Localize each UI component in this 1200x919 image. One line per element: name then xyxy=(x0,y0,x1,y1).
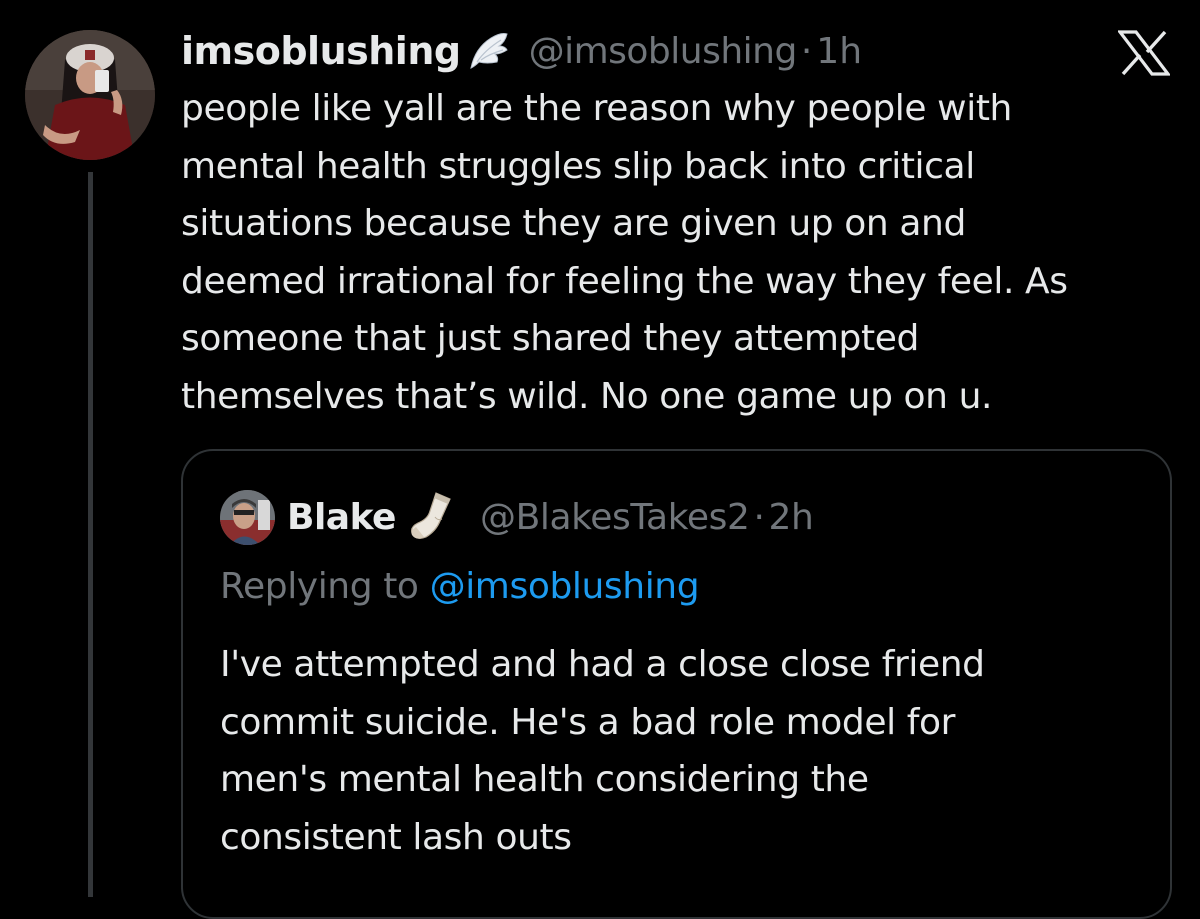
quoted-tweet-header: Blake @BlakesTakes2 · 2h xyxy=(220,487,814,547)
quoted-tweet-timestamp[interactable]: 2h xyxy=(769,497,814,538)
author-handle[interactable]: @imsoblushing xyxy=(529,31,798,72)
quoted-author-display-name[interactable]: Blake xyxy=(287,497,396,538)
quoted-avatar-photo xyxy=(220,489,275,545)
tweet-header: imsoblushing @imsoblushing · 1h xyxy=(181,26,862,76)
quoted-text-line: I've attempted and had a close close fri… xyxy=(220,644,985,685)
tweet-text-line: mental health struggles slip back into c… xyxy=(181,145,975,187)
tweet-text-line: themselves that’s wild. No one game up o… xyxy=(181,375,993,417)
avatar-photo xyxy=(25,30,155,160)
tweet-text: people like yall are the reason why peop… xyxy=(181,80,1181,425)
tweet[interactable]: imsoblushing @imsoblushing · 1h people l… xyxy=(0,0,1200,919)
author-avatar[interactable] xyxy=(25,30,155,160)
tweet-text-line: deemed irrational for feeling the way th… xyxy=(181,260,1068,302)
tweet-timestamp[interactable]: 1h xyxy=(816,31,862,72)
quoted-text-line: commit suicide. He's a bad role model fo… xyxy=(220,701,956,743)
tweet-text-line: situations because they are given up on … xyxy=(181,203,966,244)
quoted-author-handle[interactable]: @BlakesTakes2 xyxy=(480,497,750,538)
replying-to-label: Replying to xyxy=(220,566,419,607)
quoted-text-line: consistent lash outs xyxy=(220,816,572,858)
header-separator: · xyxy=(800,30,813,72)
quoted-tweet-text: I've attempted and had a close close fri… xyxy=(220,636,1160,866)
x-logo-icon xyxy=(1116,30,1172,76)
quoted-text-line: men's mental health considering the xyxy=(220,759,869,800)
quoted-author-avatar[interactable] xyxy=(220,489,275,545)
tweet-text-line: someone that just shared they attempted xyxy=(181,318,919,359)
sock-icon xyxy=(406,491,458,543)
angel-wing-icon xyxy=(465,28,511,74)
replying-to-line: Replying to @imsoblushing xyxy=(220,566,700,607)
thread-connector-line xyxy=(88,172,93,897)
quoted-header-separator: · xyxy=(753,496,765,538)
replying-to-mention-link[interactable]: @imsoblushing xyxy=(430,566,700,607)
tweet-text-line: people like yall are the reason why peop… xyxy=(181,88,1012,129)
author-display-name[interactable]: imsoblushing xyxy=(181,29,461,73)
